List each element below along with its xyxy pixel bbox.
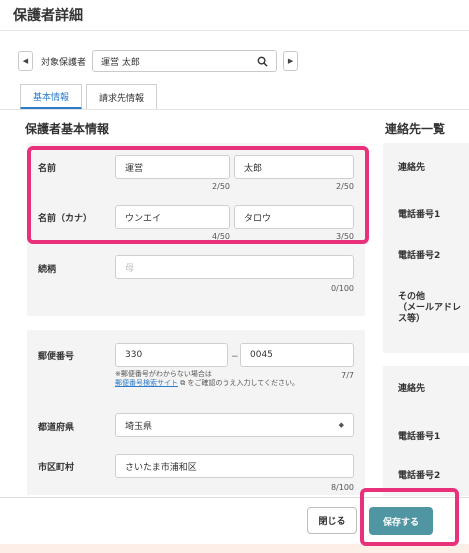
city-counter: 8/100 [330, 483, 354, 492]
phone2-label: 電話番号2 [398, 471, 441, 481]
relation-counter: 0/100 [330, 284, 354, 293]
tab-basic-info[interactable]: 基本情報 [20, 84, 83, 109]
tab-bar: 基本情報 請求先情報 [20, 84, 161, 109]
external-link-icon: ⧉ [180, 379, 186, 387]
postal-code-part2[interactable]: 0045 [240, 343, 354, 367]
postal-hint: ※郵便番号がわからない場合は 郵便番号検索サイト ⧉ をご確認のうえ入力してくだ… [115, 370, 330, 388]
tab-billing-info[interactable]: 請求先情報 [86, 84, 158, 109]
tabs-divider [0, 109, 469, 110]
next-guardian-button[interactable]: ▶ [283, 51, 299, 71]
page-title: 保護者詳細 [13, 8, 83, 24]
contact-list-heading: 連絡先一覧 [385, 122, 446, 136]
phone1-label: 電話番号1 [398, 210, 441, 220]
select-arrow-icon: ◆ [338, 421, 344, 429]
selector-label: 対象保護者 [41, 57, 87, 68]
postal-search-link[interactable]: 郵便番号検索サイト [115, 379, 178, 387]
contact-label: 連絡先 [398, 163, 426, 173]
prev-guardian-button[interactable]: ◀ [18, 51, 33, 71]
chevron-right-icon: ▶ [287, 57, 294, 65]
prefecture-value: 埼玉県 [125, 421, 153, 432]
phone1-label: 電話番号1 [398, 432, 441, 442]
prefecture-select[interactable]: 埼玉県 ◆ [115, 413, 354, 437]
city-label: 市区町村 [38, 463, 75, 473]
search-icon [257, 56, 268, 67]
postal-dash: − [231, 352, 239, 362]
postal-hint-suffix: をご確認のうえ入力してください。 [187, 379, 300, 387]
relation-field[interactable]: 母 [115, 255, 354, 279]
contact-label: 連絡先 [398, 384, 426, 394]
title-divider [0, 30, 469, 31]
prefecture-label: 都道府県 [38, 423, 75, 433]
postal-hint-prefix: ※郵便番号がわからない場合は [115, 370, 212, 378]
guardian-selector-bar: ◀ 対象保護者 運営 太郎 ▶ [18, 50, 299, 72]
save-button-highlight [360, 488, 459, 546]
other-contact-label: その他 （メールアドレス等） [398, 292, 462, 324]
postal-code-part1[interactable]: 330 [115, 343, 228, 367]
basic-info-heading: 保護者基本情報 [25, 122, 110, 136]
guardian-search-value: 運営 太郎 [101, 57, 140, 68]
chevron-left-icon: ◀ [22, 57, 29, 65]
relation-label: 続柄 [38, 265, 57, 275]
close-button[interactable]: 閉じる [307, 507, 357, 534]
postal-label: 郵便番号 [38, 352, 75, 362]
name-fields-highlight [27, 146, 369, 244]
phone2-label: 電話番号2 [398, 251, 441, 261]
city-field[interactable]: さいたま市浦和区 [115, 454, 354, 478]
guardian-search-input[interactable]: 運営 太郎 [92, 50, 278, 72]
